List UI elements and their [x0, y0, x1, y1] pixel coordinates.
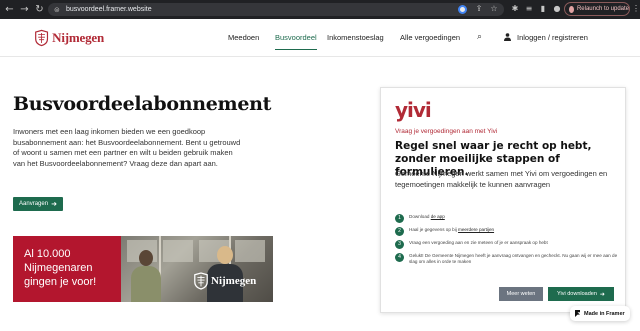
step-text: Haal je gegevens op bij [409, 227, 459, 232]
apply-button-label: Aanvragen [19, 201, 49, 207]
hero-description: Inwoners met een laag inkomen bieden we … [13, 127, 241, 168]
browser-menu-icon[interactable]: ⋮ [632, 4, 640, 14]
step-text: Gelukt! De Gemeente Nijmegen heeft je aa… [409, 253, 618, 265]
url-text: busvoordeel.framer.website [66, 6, 152, 13]
nav-meedoen[interactable]: Meedoen [228, 33, 259, 42]
extensions-icon[interactable]: ✱ [510, 3, 520, 15]
nav-busvoordeel[interactable]: Busvoordeel [275, 33, 317, 42]
step-item: 3 Vraag een vergoeding aan en zie meteen… [395, 240, 620, 249]
address-bar[interactable]: ⊜ busvoordeel.framer.website [48, 3, 504, 16]
side-panel-icon[interactable]: ▮ [538, 3, 548, 15]
nav-alle-vergoedingen[interactable]: Alle vergoedingen [400, 33, 460, 42]
page-title: Busvoordeelabonnement [13, 93, 272, 115]
nav-inkomenstoeslag[interactable]: Inkomenstoeslag [327, 33, 384, 42]
banner-photo: Nijmegen [121, 236, 273, 302]
step-number: 2 [395, 227, 404, 236]
framer-badge-label: Made in Framer [584, 310, 625, 317]
promo-banner: Al 10.000 Nijmegenaren gingen je voor! [13, 236, 121, 302]
media-icon[interactable]: ≡ [524, 3, 534, 15]
coat-of-arms-icon [194, 272, 208, 290]
relaunch-button[interactable]: Relaunch to update [564, 2, 630, 16]
reload-icon[interactable]: ↻ [34, 4, 45, 15]
download-yivi-button[interactable]: Yivi downloaden ➜ [548, 287, 614, 301]
step-item: 2 Haal je gegevens op bij meerdere parti… [395, 227, 620, 236]
step-number: 4 [395, 253, 404, 262]
bookmark-star-icon[interactable]: ☆ [489, 3, 499, 15]
site-info-icon[interactable]: ⊜ [54, 6, 60, 13]
step-number: 1 [395, 214, 404, 223]
download-yivi-label: Yivi downloaden [557, 291, 597, 297]
google-account-icon[interactable] [458, 5, 467, 14]
yivi-logo-text: yivi [395, 98, 432, 122]
coat-of-arms-icon [35, 29, 49, 47]
more-info-button[interactable]: Meer weten [499, 287, 543, 301]
active-nav-indicator [275, 49, 317, 50]
nijmegen-logo[interactable]: Nijmegen [34, 27, 104, 49]
yivi-card: yivi Vraag je vergoedingen aan met Yivi … [380, 87, 626, 313]
card-subtitle: Vraag je vergoedingen aan met Yivi [395, 128, 498, 135]
browser-toolbar: ← → ↻ ⊜ busvoordeel.framer.website ⇪ ☆ ✱… [0, 0, 640, 19]
search-icon[interactable]: ⌕ [477, 32, 487, 42]
photo-logo: Nijmegen [193, 272, 256, 290]
login-link[interactable]: Inloggen / registreren [517, 33, 588, 42]
partners-link[interactable]: meerdere partijen [458, 227, 494, 232]
apply-button[interactable]: Aanvragen ➜ [13, 197, 63, 211]
banner-line: Nijmegenaren [24, 262, 93, 274]
forward-icon[interactable]: → [19, 4, 30, 15]
relaunch-label: Relaunch to update [576, 6, 629, 12]
update-icon [569, 5, 574, 13]
step-item: 1 Download de app [395, 214, 620, 223]
arrow-right-icon: ➜ [599, 290, 605, 298]
made-in-framer-badge[interactable]: Made in Framer [570, 306, 630, 321]
share-icon[interactable]: ⇪ [474, 3, 484, 15]
step-text: Download [409, 214, 431, 219]
photo-logo-text: Nijmegen [211, 275, 257, 287]
arrow-right-icon: ➜ [51, 200, 57, 208]
yivi-logo: yivi [395, 98, 432, 122]
profile-icon[interactable]: ● [552, 3, 562, 15]
download-app-link[interactable]: de app [431, 214, 445, 219]
banner-line: gingen je voor! [24, 276, 97, 288]
back-icon[interactable]: ← [4, 4, 15, 15]
site-header: Nijmegen Meedoen Busvoordeel Inkomenstoe… [0, 19, 640, 57]
framer-icon [575, 310, 580, 317]
more-info-label: Meer weten [506, 291, 536, 297]
step-item: 4 Gelukt! De Gemeente Nijmegen heeft je … [395, 253, 620, 266]
logo-text: Nijmegen [52, 30, 104, 45]
card-description: Gemeente Nijmegen werkt samen met Yivi o… [395, 169, 608, 189]
banner-line: Al 10.000 [24, 248, 71, 260]
step-text: Vraag een vergoeding aan en zie meteen o… [409, 240, 548, 245]
user-icon [504, 33, 511, 41]
step-number: 3 [395, 240, 404, 249]
